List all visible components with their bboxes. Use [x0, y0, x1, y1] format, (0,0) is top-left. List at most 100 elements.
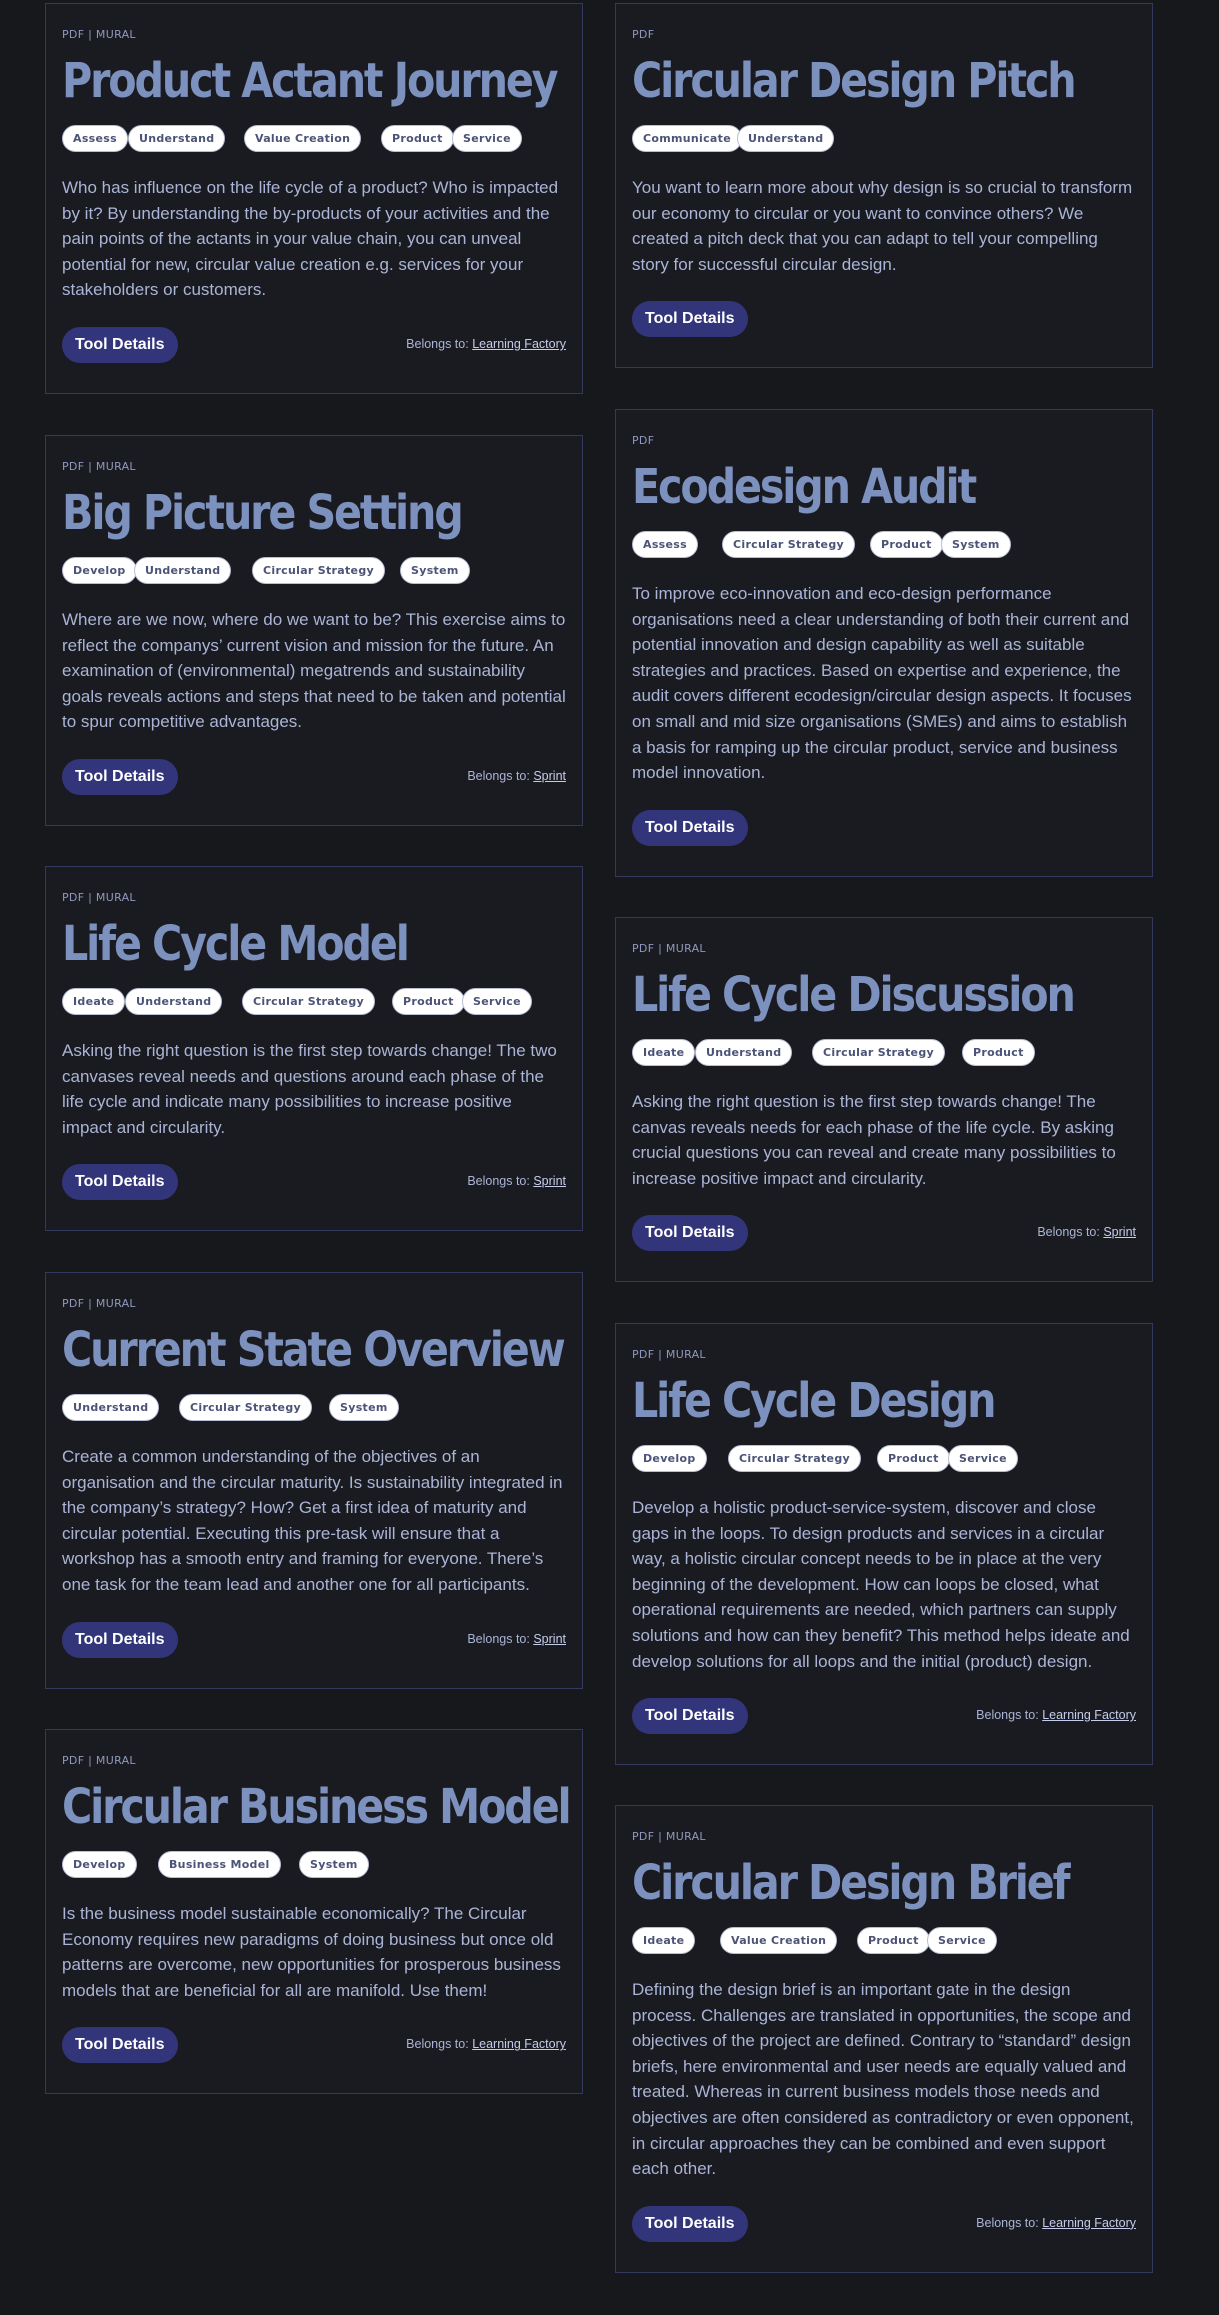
belongs-to: Belongs to: Learning Factory	[976, 1708, 1136, 1722]
tool-details-button[interactable]: Tool Details	[62, 1164, 178, 1201]
tool-details-button[interactable]: Tool Details	[632, 2205, 748, 2242]
tag-value-creation[interactable]: Value Creation	[244, 125, 362, 152]
format-label: PDF | MURAL	[62, 460, 136, 473]
card-title: Big Picture Setting	[62, 485, 464, 541]
tag-product[interactable]: Product	[962, 1039, 1035, 1066]
belongs-to-link[interactable]: Sprint	[1103, 1225, 1136, 1239]
tag-circular-strategy[interactable]: Circular Strategy	[242, 988, 375, 1015]
tag-circular-strategy[interactable]: Circular Strategy	[722, 531, 855, 558]
tag-ideate[interactable]: Ideate	[632, 1039, 696, 1066]
tag-system[interactable]: System	[941, 531, 1011, 558]
belongs-to: Belongs to: Sprint	[467, 1632, 566, 1646]
tag-develop[interactable]: Develop	[62, 557, 137, 584]
tool-card-life-cycle-design: PDF | MURAL Life Cycle Design Develop Ci…	[615, 1323, 1153, 1766]
tag-list: Assess Understand Value Creation Product…	[62, 125, 566, 153]
format-label: PDF	[632, 434, 655, 447]
tag-service[interactable]: Service	[927, 1927, 997, 1954]
belongs-to-link[interactable]: Learning Factory	[1042, 2216, 1136, 2230]
card-description: Defining the design brief is an importan…	[632, 1980, 1134, 2179]
format-label: PDF | MURAL	[62, 28, 136, 41]
tool-details-button[interactable]: Tool Details	[632, 301, 748, 338]
belongs-to-label: Belongs to:	[406, 336, 469, 351]
tag-product[interactable]: Product	[392, 988, 465, 1015]
tag-product[interactable]: Product	[870, 531, 943, 558]
tag-develop[interactable]: Develop	[632, 1445, 707, 1472]
tag-list: Ideate Understand Circular Strategy Prod…	[632, 1039, 1136, 1067]
card-footer: Tool Details	[632, 301, 1136, 338]
tag-list: Understand Circular Strategy System	[62, 1394, 566, 1422]
belongs-to: Belongs to: Sprint	[467, 1174, 566, 1188]
belongs-to: Belongs to: Learning Factory	[406, 2037, 566, 2051]
tag-list: Communicate Understand	[632, 125, 1136, 153]
card-description: Develop a holistic product-service-syste…	[632, 1498, 1130, 1671]
belongs-to-link[interactable]: Learning Factory	[472, 337, 566, 351]
tag-communicate[interactable]: Communicate	[632, 125, 742, 152]
card-footer: Tool Details Belongs to: Sprint	[62, 1621, 566, 1658]
tool-card-life-cycle-model: PDF | MURAL Life Cycle Model Ideate Unde…	[45, 866, 583, 1232]
belongs-to: Belongs to: Learning Factory	[406, 337, 566, 351]
format-label: PDF | MURAL	[632, 1348, 706, 1361]
card-footer: Tool Details Belongs to: Learning Factor…	[632, 1698, 1136, 1735]
belongs-to-label: Belongs to:	[406, 2037, 469, 2052]
card-title: Ecodesign Audit	[632, 459, 977, 515]
card-description: To improve eco-innovation and eco-design…	[632, 584, 1132, 783]
belongs-to: Belongs to: Sprint	[1037, 1225, 1136, 1239]
tag-service[interactable]: Service	[452, 125, 522, 152]
tag-assess[interactable]: Assess	[632, 531, 698, 558]
belongs-to-label: Belongs to:	[976, 2215, 1039, 2230]
tag-understand[interactable]: Understand	[128, 125, 226, 152]
tool-details-button[interactable]: Tool Details	[62, 2027, 178, 2064]
card-title: Circular Design Brief	[632, 1855, 1071, 1911]
belongs-to-label: Belongs to:	[467, 768, 530, 783]
tag-service[interactable]: Service	[948, 1445, 1018, 1472]
card-title: Current State Overview	[62, 1322, 566, 1378]
format-label: PDF | MURAL	[62, 1754, 136, 1767]
card-title: Life Cycle Design	[632, 1373, 996, 1429]
tag-develop[interactable]: Develop	[62, 1851, 137, 1878]
tag-ideate[interactable]: Ideate	[632, 1927, 696, 1954]
tag-list: Assess Circular Strategy Product System	[632, 531, 1136, 559]
tag-circular-strategy[interactable]: Circular Strategy	[728, 1445, 861, 1472]
card-footer: Tool Details Belongs to: Sprint	[632, 1215, 1136, 1252]
tag-understand[interactable]: Understand	[62, 1394, 160, 1421]
tag-ideate[interactable]: Ideate	[62, 988, 126, 1015]
tool-details-button[interactable]: Tool Details	[62, 1621, 178, 1658]
card-title: Circular Design Pitch	[632, 53, 1077, 109]
belongs-to-link[interactable]: Learning Factory	[1042, 1708, 1136, 1722]
tool-details-button[interactable]: Tool Details	[632, 1215, 748, 1252]
card-description: Asking the right question is the first s…	[632, 1092, 1116, 1188]
tag-understand[interactable]: Understand	[737, 125, 835, 152]
tag-product[interactable]: Product	[857, 1927, 930, 1954]
belongs-to-link[interactable]: Sprint	[533, 769, 566, 783]
tag-assess[interactable]: Assess	[62, 125, 128, 152]
belongs-to: Belongs to: Sprint	[467, 769, 566, 783]
tag-circular-strategy[interactable]: Circular Strategy	[179, 1394, 312, 1421]
tag-list: Develop Circular Strategy Product Servic…	[632, 1445, 1136, 1473]
tag-circular-strategy[interactable]: Circular Strategy	[252, 557, 385, 584]
tag-service[interactable]: Service	[462, 988, 532, 1015]
tool-card-circular-design-brief: PDF | MURAL Circular Design Brief Ideate…	[615, 1805, 1153, 2273]
belongs-to: Belongs to: Learning Factory	[976, 2216, 1136, 2230]
card-title: Life Cycle Discussion	[632, 967, 1076, 1023]
tag-circular-strategy[interactable]: Circular Strategy	[812, 1039, 945, 1066]
tag-system[interactable]: System	[329, 1394, 399, 1421]
tag-product[interactable]: Product	[381, 125, 454, 152]
tag-system[interactable]: System	[400, 557, 470, 584]
tag-product[interactable]: Product	[877, 1445, 950, 1472]
tag-understand[interactable]: Understand	[125, 988, 223, 1015]
tag-understand[interactable]: Understand	[695, 1039, 793, 1066]
tool-details-button[interactable]: Tool Details	[632, 809, 748, 846]
tag-business-model[interactable]: Business Model	[158, 1851, 281, 1878]
tag-understand[interactable]: Understand	[134, 557, 232, 584]
card-description: Where are we now, where do we want to be…	[62, 610, 566, 732]
tag-value-creation[interactable]: Value Creation	[720, 1927, 838, 1954]
belongs-to-link[interactable]: Sprint	[533, 1174, 566, 1188]
belongs-to-label: Belongs to:	[467, 1631, 530, 1646]
tag-system[interactable]: System	[299, 1851, 369, 1878]
belongs-to-link[interactable]: Sprint	[533, 1632, 566, 1646]
tool-details-button[interactable]: Tool Details	[62, 758, 178, 795]
tool-card-big-picture-setting: PDF | MURAL Big Picture Setting Develop …	[45, 435, 583, 826]
belongs-to-link[interactable]: Learning Factory	[472, 2037, 566, 2051]
tool-details-button[interactable]: Tool Details	[632, 1698, 748, 1735]
tool-details-button[interactable]: Tool Details	[62, 326, 178, 363]
